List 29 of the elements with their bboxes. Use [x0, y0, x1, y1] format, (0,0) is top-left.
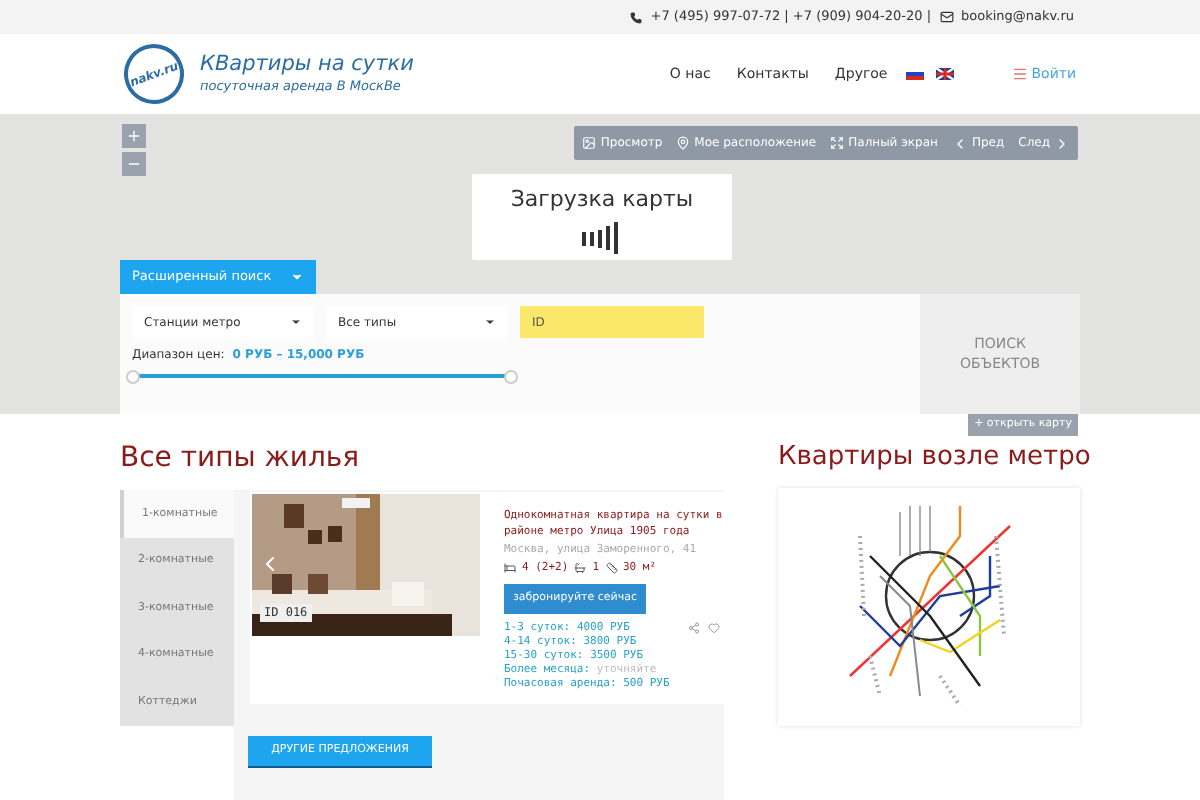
british-flag-icon[interactable] [935, 68, 954, 80]
mail-icon [939, 10, 954, 24]
menu-icon [1011, 66, 1028, 82]
caret-icon [484, 316, 496, 328]
heart-icon[interactable] [708, 621, 720, 633]
image-icon [582, 136, 597, 150]
expand-icon [830, 136, 845, 150]
zoom-in-button[interactable] [122, 124, 146, 148]
caret-icon [290, 270, 304, 284]
russian-flag-icon[interactable] [905, 68, 924, 80]
slider-handle[interactable] [126, 369, 140, 383]
chevron-right-icon [1054, 135, 1070, 151]
loading-text: Загрузка карты [510, 184, 694, 216]
section-title: Все типы жилья [120, 440, 362, 478]
metro-map-card[interactable] [778, 487, 1080, 725]
bath-icon [574, 562, 587, 575]
price-slider[interactable] [132, 368, 512, 384]
section-title: Квартиры возле метро [778, 440, 1091, 476]
slider-handle[interactable] [504, 369, 518, 383]
loading-icon [582, 221, 622, 253]
caret-icon [290, 316, 302, 328]
phone-icon [630, 11, 643, 23]
pin-icon [676, 136, 691, 150]
zoom-out-button[interactable] [122, 152, 146, 176]
ruler-icon [605, 562, 617, 575]
plus-icon [126, 128, 142, 144]
site-title: КВартиры на сутки [200, 51, 414, 78]
bed-icon [504, 562, 516, 575]
share-icon[interactable] [688, 621, 700, 633]
